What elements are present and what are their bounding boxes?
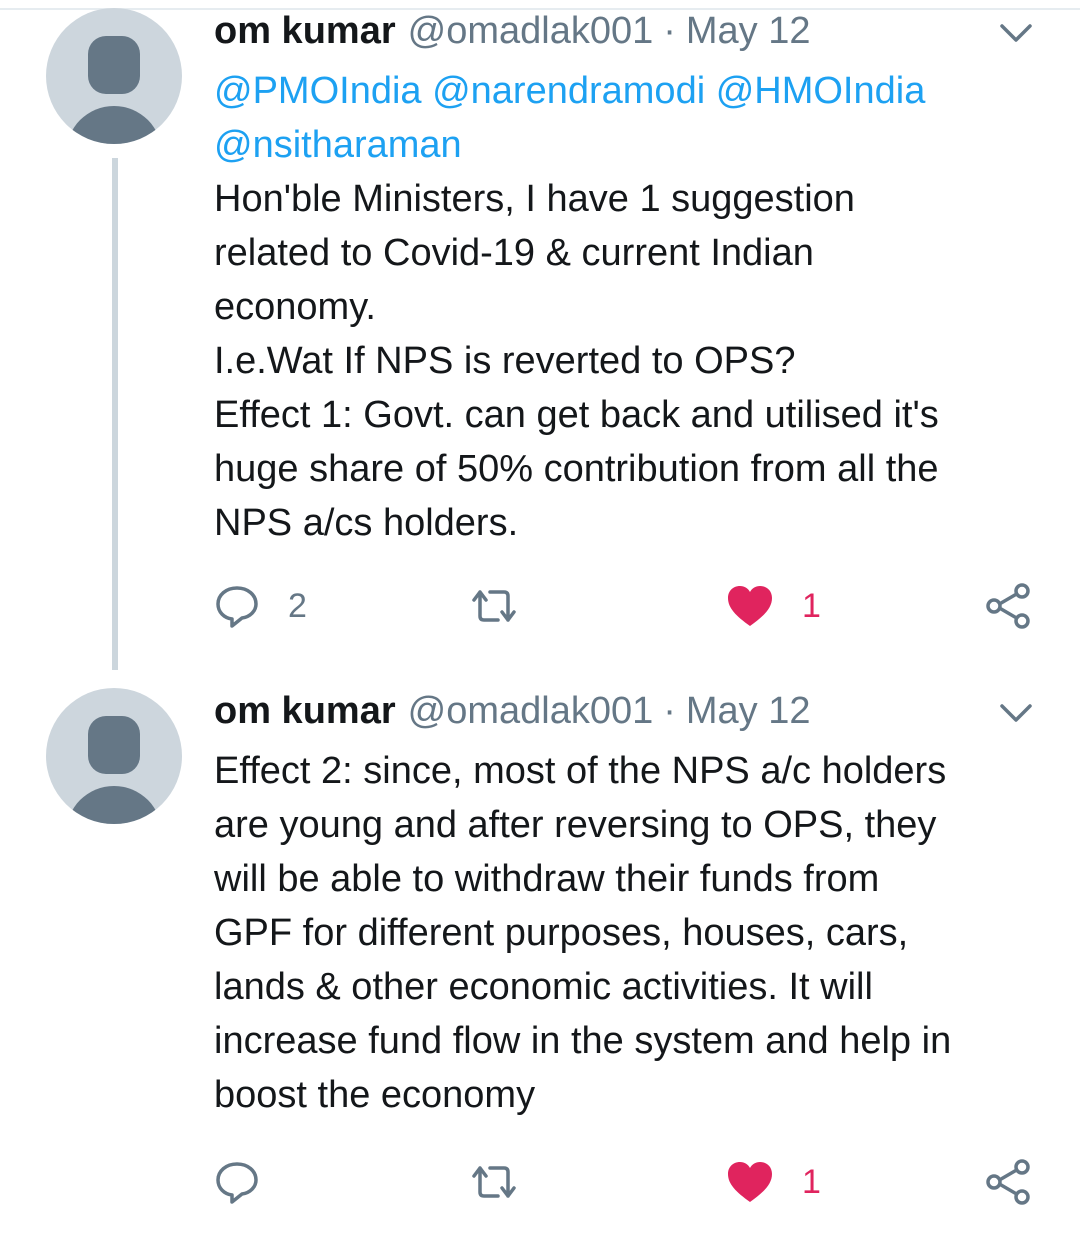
author-handle[interactable]: @omadlak001 [408, 10, 654, 52]
text-line: lands & other economic activities. It wi… [214, 966, 873, 1008]
tweet-text: @PMOIndia @narendramodi @HMOIndia @nsith… [214, 64, 1044, 550]
chevron-down-icon[interactable] [996, 18, 1036, 48]
avatar[interactable] [46, 688, 182, 824]
avatar[interactable] [46, 8, 182, 144]
text-line: related to Covid-19 & current Indian [214, 232, 814, 274]
text-line: will be able to withdraw their funds fro… [214, 858, 880, 900]
tweet-date[interactable]: May 12 [686, 10, 811, 52]
author-handle[interactable]: @omadlak001 [408, 690, 654, 732]
share-icon [986, 1159, 1030, 1205]
text-line: are young and after reversing to OPS, th… [214, 804, 937, 846]
reply-icon [216, 586, 258, 628]
reply-icon [216, 1162, 258, 1204]
chevron-down-icon[interactable] [996, 698, 1036, 728]
text-line: Effect 1: Govt. can get back and utilise… [214, 394, 939, 436]
separator-dot: · [663, 690, 676, 732]
like-count: 1 [802, 586, 821, 625]
tweet[interactable]: om kumar @omadlak001 · May 12 @PMOIndia @na… [0, 0, 1080, 680]
share-button[interactable] [984, 576, 1032, 636]
avatar-head [88, 36, 140, 94]
mention-line[interactable]: @nsitharaman [214, 118, 1044, 172]
reply-button[interactable] [214, 1152, 288, 1212]
text-line: Effect 2: since, most of the NPS a/c hol… [214, 750, 947, 792]
like-count: 1 [802, 1162, 821, 1201]
tweet-text: Effect 2: since, most of the NPS a/c hol… [214, 744, 1044, 1122]
thread-connector-line [112, 158, 118, 670]
text-line: increase fund flow in the system and hel… [214, 1020, 952, 1062]
mention-line[interactable]: @PMOIndia @narendramodi @HMOIndia [214, 64, 1044, 118]
heart-icon [728, 1162, 772, 1202]
author-name[interactable]: om kumar [214, 690, 396, 732]
retweet-button[interactable] [468, 1152, 548, 1212]
author-name[interactable]: om kumar [214, 10, 396, 52]
text-line: NPS a/cs holders. [214, 502, 519, 544]
avatar-shoulders [66, 786, 162, 824]
tweet-date[interactable]: May 12 [686, 690, 811, 732]
share-icon [986, 583, 1030, 629]
text-line: I.e.Wat If NPS is reverted to OPS? [214, 340, 796, 382]
share-button[interactable] [984, 1152, 1032, 1212]
separator-dot: · [663, 10, 676, 52]
retweet-button[interactable] [468, 576, 548, 636]
tweet-actions: 2 1 [214, 576, 1044, 636]
text-line: Hon'ble Ministers, I have 1 suggestion [214, 178, 855, 220]
like-button[interactable]: 1 [726, 1152, 821, 1212]
tweet-actions: 1 [214, 1152, 1044, 1212]
tweet-header: om kumar @omadlak001 · May 12 [214, 688, 811, 734]
tweet[interactable]: om kumar @omadlak001 · May 12 Effect 2: sin… [0, 680, 1080, 1233]
avatar-shoulders [66, 106, 162, 144]
text-line: GPF for different purposes, houses, cars… [214, 912, 909, 954]
avatar-head [88, 716, 140, 774]
text-line: economy. [214, 286, 376, 328]
retweet-icon [472, 1166, 516, 1198]
retweet-icon [472, 590, 516, 622]
reply-count: 2 [288, 586, 307, 625]
heart-icon [728, 586, 772, 626]
text-line: huge share of 50% contribution from all … [214, 448, 939, 490]
reply-button[interactable]: 2 [214, 576, 307, 636]
text-line: boost the economy [214, 1074, 536, 1116]
tweet-header: om kumar @omadlak001 · May 12 [214, 8, 811, 54]
like-button[interactable]: 1 [726, 576, 821, 636]
